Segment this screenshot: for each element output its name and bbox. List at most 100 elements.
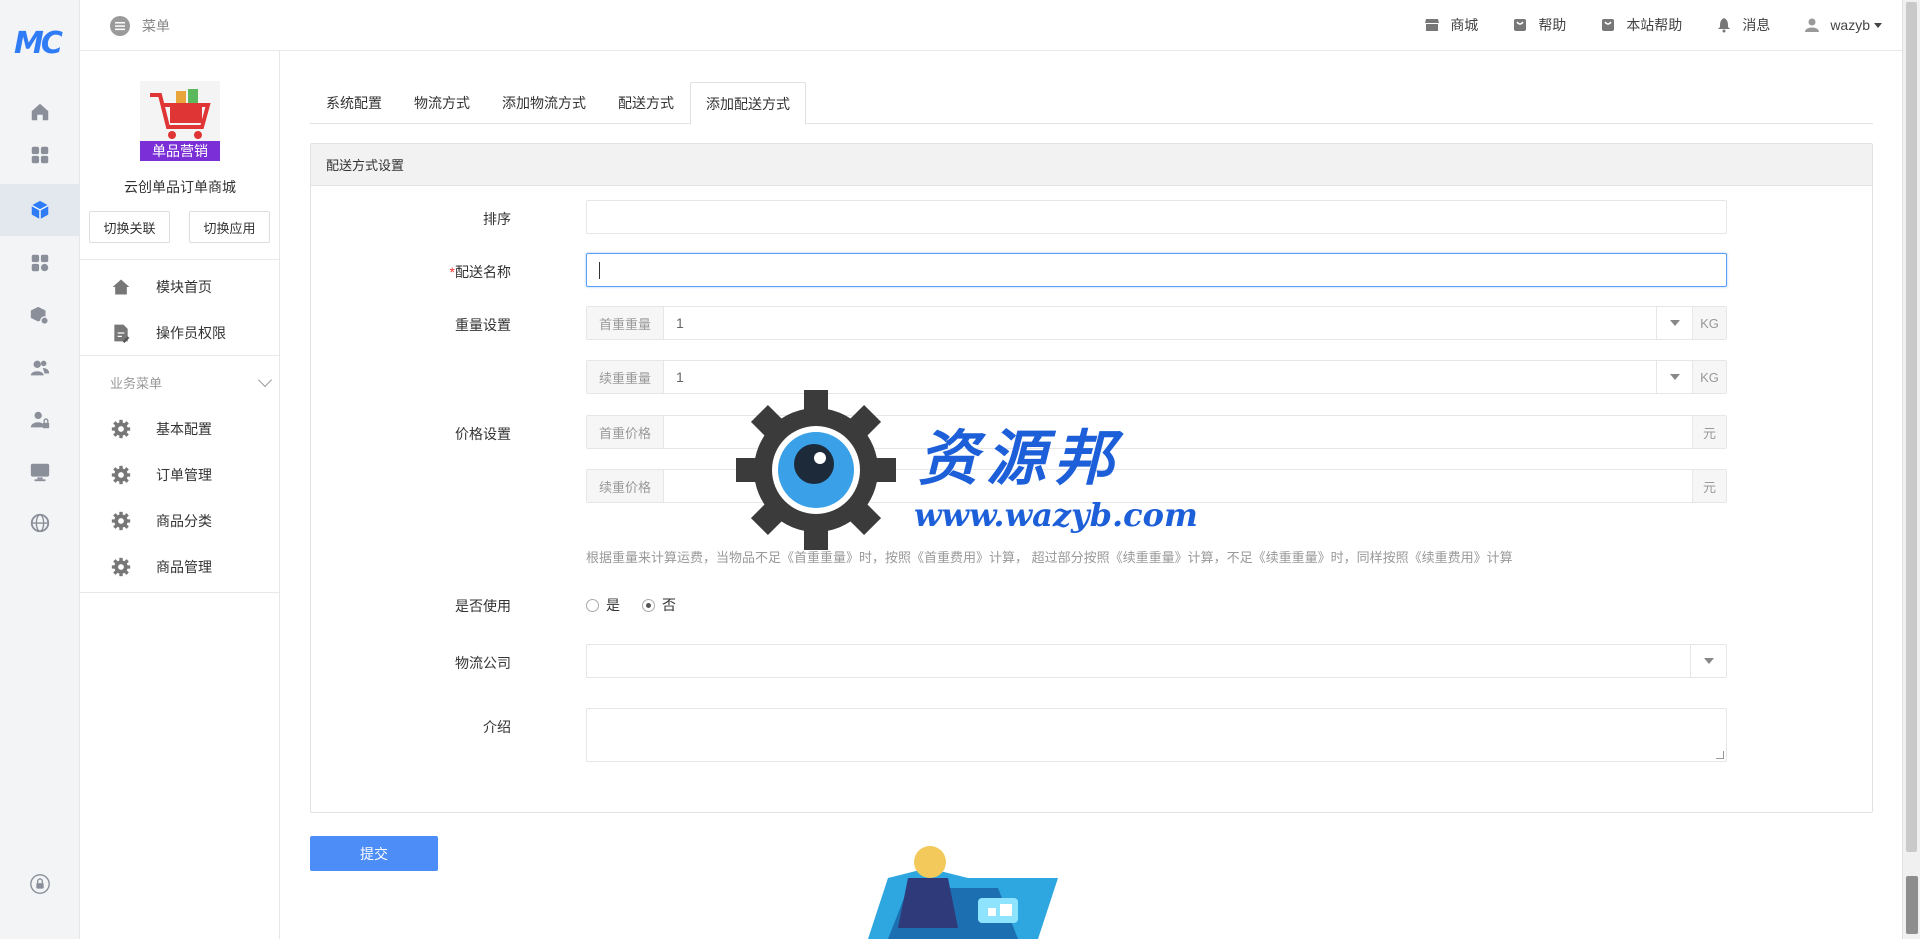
tab-add-delivery-method[interactable]: 添加配送方式 [690, 82, 806, 125]
price-hint: 根据重量来计算运费，当物品不足《首重重量》时，按照《首重费用》计算， 超过部分按… [586, 550, 1513, 565]
first-weight-dropdown[interactable] [1656, 307, 1692, 339]
chevron-down-icon [257, 372, 273, 388]
gear-icon [110, 464, 132, 486]
sidebar-item-module-home[interactable]: 模块首页 [80, 265, 280, 309]
intro-label: 介绍 [483, 719, 511, 735]
topbar-help-link[interactable]: 帮助 [1512, 15, 1566, 35]
logistics-company-dropdown[interactable] [1690, 645, 1726, 677]
price-settings-label: 价格设置 [455, 426, 511, 442]
enabled-label: 是否使用 [455, 598, 511, 614]
caret-down-icon [1874, 22, 1882, 28]
sidebar-item-product-management[interactable]: 商品管理 [80, 545, 280, 589]
submit-button[interactable]: 提交 [310, 836, 438, 871]
store-icon [1425, 19, 1440, 31]
doc-edit-icon [110, 322, 132, 344]
logistics-company-select[interactable] [586, 644, 1727, 678]
caret-down-icon [1703, 658, 1714, 664]
gear-icon [110, 556, 132, 578]
continued-weight-prefix: 续重重量 [587, 361, 664, 393]
menu-toggle[interactable]: 菜单 [110, 16, 170, 36]
rail-apps-settings-icon[interactable] [0, 237, 80, 289]
sort-label: 排序 [483, 211, 511, 227]
rail-users-icon[interactable] [0, 342, 80, 394]
sidebar-item-operator-permissions[interactable]: 操作员权限 [80, 311, 280, 355]
first-price-group: 首重价格 元 [586, 415, 1727, 449]
intro-textarea[interactable] [586, 708, 1727, 762]
caret-down-icon [1669, 320, 1680, 326]
scrollbar-thumb[interactable] [1906, 2, 1917, 852]
first-price-prefix: 首重价格 [587, 416, 664, 448]
icon-rail: MC [0, 0, 80, 939]
gear-icon [110, 510, 132, 532]
delivery-name-input[interactable] [586, 253, 1727, 287]
sort-input[interactable] [586, 200, 1727, 234]
user-menu[interactable]: wazyb [1804, 17, 1882, 33]
brand-logo[interactable]: MC [14, 26, 66, 61]
rail-package-settings-icon[interactable] [0, 290, 80, 342]
first-weight-group: 首重重量 1 KG [586, 306, 1727, 340]
first-weight-prefix: 首重重量 [587, 307, 664, 339]
user-avatar-icon [1805, 18, 1820, 32]
menu-label: 菜单 [142, 18, 170, 34]
enabled-no-label[interactable]: 否 [662, 595, 676, 615]
top-bar-links: 商城 帮助 本站帮助 消息 wazyb [1390, 15, 1882, 35]
text-cursor [599, 262, 600, 279]
topbar-store-link[interactable]: 商城 [1424, 15, 1478, 35]
switch-app-button[interactable]: 切换应用 [189, 211, 270, 243]
enabled-yes-radio[interactable] [586, 598, 599, 612]
topbar-messages-link[interactable]: 消息 [1716, 15, 1770, 35]
sidebar-divider [80, 259, 280, 260]
panel-title: 配送方式设置 [311, 144, 1872, 186]
rail-user-lock-icon[interactable] [0, 394, 80, 446]
first-price-unit: 元 [1692, 416, 1726, 448]
first-price-input[interactable] [664, 416, 1692, 448]
resize-grip-icon[interactable] [1716, 751, 1724, 759]
first-weight-unit: KG [1692, 307, 1726, 339]
tab-delivery-method[interactable]: 配送方式 [602, 82, 690, 124]
bell-icon [1718, 18, 1731, 33]
app-name: 云创单品订单商城 [124, 179, 236, 195]
user-name: wazyb [1830, 17, 1870, 33]
app-logo-caption: 单品营销 [152, 144, 208, 160]
continued-weight-unit: KG [1692, 361, 1726, 393]
logistics-company-label: 物流公司 [455, 655, 511, 671]
continued-weight-group: 续重重量 1 KG [586, 360, 1727, 394]
enabled-yes-label[interactable]: 是 [606, 595, 620, 615]
sidebar-divider [80, 355, 280, 356]
topbar-site-help-link[interactable]: 本站帮助 [1600, 15, 1682, 35]
delivery-name-label: *配送名称 [449, 264, 511, 280]
sidebar-item-product-category[interactable]: 商品分类 [80, 499, 280, 543]
caret-down-icon [1669, 374, 1680, 380]
home-icon [110, 276, 132, 298]
module-sidebar: 单品营销 云创单品订单商城 切换关联 切换应用 模块首页 操作员权限 业务菜单 … [80, 51, 280, 939]
tab-system-config[interactable]: 系统配置 [310, 82, 398, 124]
sidebar-item-order-management[interactable]: 订单管理 [80, 453, 280, 497]
sidebar-divider [80, 592, 280, 593]
enabled-no-radio[interactable] [642, 598, 655, 612]
rail-cube-icon[interactable] [0, 184, 80, 236]
help-bag-icon [1514, 19, 1527, 31]
sidebar-item-basic-config[interactable]: 基本配置 [80, 407, 280, 451]
rail-globe-icon[interactable] [0, 497, 80, 549]
watermark-title: 资源邦 [918, 424, 1122, 494]
watermark-url: www.wazyb.com [914, 496, 1198, 534]
enabled-radio-group: 是 否 [586, 595, 676, 615]
rail-monitor-icon[interactable] [0, 446, 80, 498]
tab-bar: 系统配置 物流方式 添加物流方式 配送方式 添加配送方式 [310, 82, 1873, 125]
continued-weight-select[interactable]: 1 [664, 361, 1656, 393]
continued-price-unit: 元 [1692, 470, 1726, 502]
continued-price-prefix: 续重价格 [587, 470, 664, 502]
top-bar: 菜单 商城 帮助 本站帮助 消息 wazyb [80, 0, 1902, 51]
continued-weight-dropdown[interactable] [1656, 361, 1692, 393]
business-menu-group[interactable]: 业务菜单 [110, 372, 273, 392]
weight-settings-label: 重量设置 [455, 317, 511, 333]
switch-link-button[interactable]: 切换关联 [89, 211, 170, 243]
page-scrollbar[interactable] [1902, 0, 1920, 939]
rail-lock-icon[interactable] [0, 858, 80, 910]
tab-add-logistics-method[interactable]: 添加物流方式 [486, 82, 602, 124]
rail-grid-icon[interactable] [0, 129, 80, 181]
gear-icon [110, 418, 132, 440]
game-character-art [868, 846, 1058, 939]
first-weight-select[interactable]: 1 [664, 307, 1656, 339]
tab-logistics-method[interactable]: 物流方式 [398, 82, 486, 124]
